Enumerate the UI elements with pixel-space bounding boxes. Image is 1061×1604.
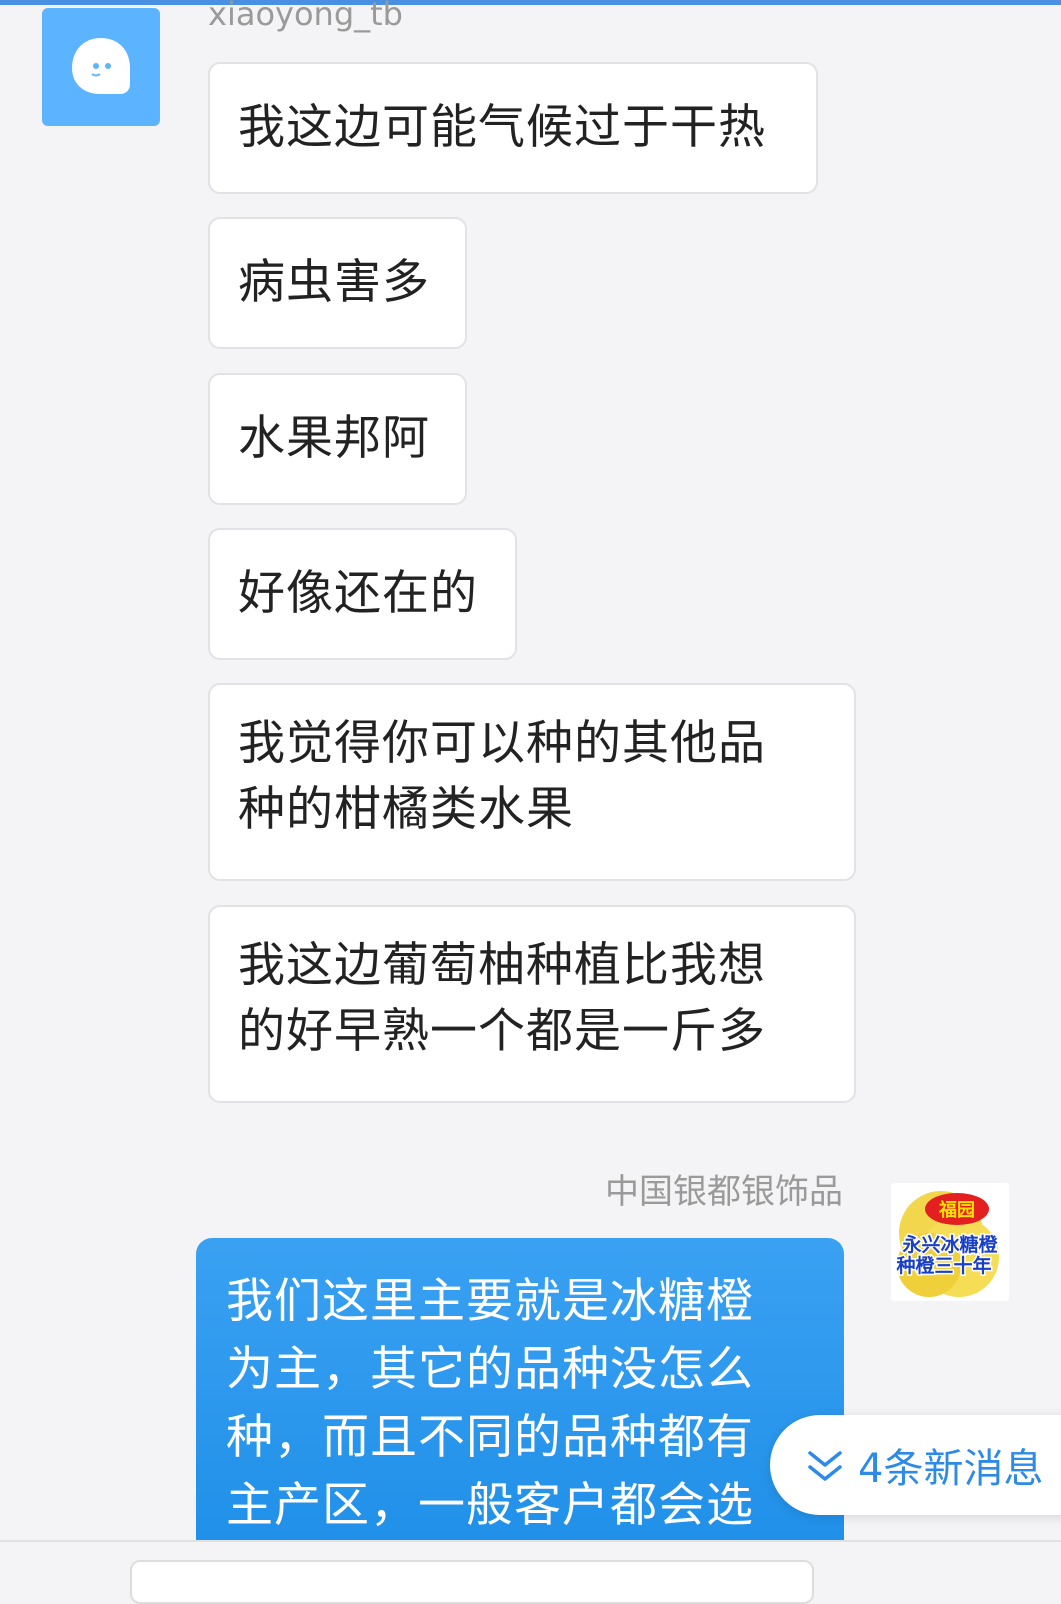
message-bubble[interactable]: 病虫害多 [208, 217, 467, 349]
message-bubble-self[interactable]: 我们这里主要就是冰糖橙 为主，其它的品种没怎么 种，而且不同的品种都有 主产区，… [196, 1238, 844, 1558]
right-user-avatar[interactable]: 福园 永兴冰糖橙 种橙三十年 [891, 1183, 1009, 1301]
new-messages-label: 4条新消息 [858, 1446, 1044, 1492]
message-bubble[interactable]: 水果邦阿 [208, 373, 467, 505]
message-input[interactable] [130, 1560, 814, 1604]
right-username: 中国银都银饰品 [605, 1172, 843, 1212]
left-username: xiaoyong_tb [208, 0, 403, 33]
avatar-top-text: 福园 [938, 1199, 975, 1221]
qq-penguin-bubble-icon [72, 38, 130, 94]
top-accent-bar [0, 0, 1061, 5]
avatar-line2: 种橙三十年 [895, 1254, 991, 1277]
message-bubble[interactable]: 好像还在的 [208, 528, 517, 660]
left-user-avatar[interactable] [42, 8, 160, 126]
orange-logo-avatar: 福园 永兴冰糖橙 种橙三十年 [891, 1183, 1009, 1301]
new-messages-button[interactable]: 4条新消息 [770, 1415, 1061, 1515]
avatar-line1: 永兴冰糖橙 [901, 1233, 998, 1256]
message-bubble[interactable]: 我这边葡萄柚种植比我想 的好早熟一个都是一斤多 [208, 905, 856, 1103]
message-bubble[interactable]: 我觉得你可以种的其他品 种的柑橘类水果 [208, 683, 856, 881]
message-bubble[interactable]: 我这边可能气候过于干热 [208, 62, 818, 194]
double-chevron-down-icon [808, 1451, 842, 1481]
